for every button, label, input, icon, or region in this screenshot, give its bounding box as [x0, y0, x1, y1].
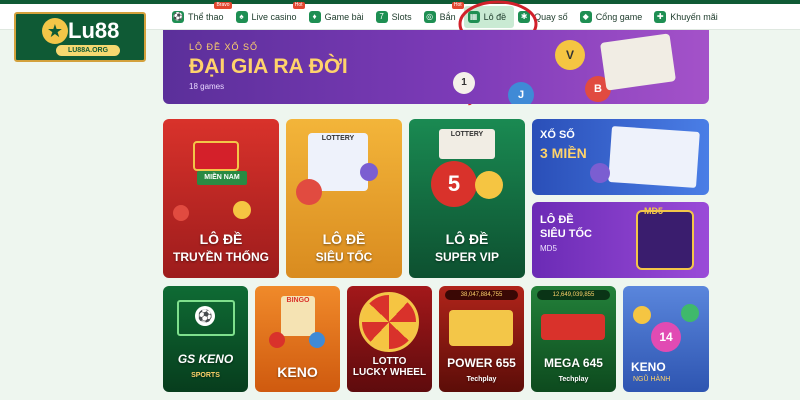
- lottery-ticket-icon: [608, 125, 700, 189]
- game-card-keno-ngu-hanh[interactable]: 14 KENO NGŨ HÀNH: [623, 286, 709, 392]
- card-title-line1: XỔ SỐ: [540, 129, 575, 141]
- sports-icon: ⚽: [172, 11, 184, 23]
- game-card-xo-so-3-mien[interactable]: XỔ SỐ 3 MIỀN: [532, 119, 709, 195]
- lottery-ball-icon: J: [508, 82, 534, 104]
- lottery-ball-icon: [309, 332, 325, 348]
- lottery-ball-icon: [233, 201, 251, 219]
- lottery-ball-icon: [269, 332, 285, 348]
- lottery-ball-icon: [633, 306, 651, 324]
- gift-icon: ✚: [654, 11, 667, 23]
- logo-url: LU88A.ORG: [56, 45, 120, 56]
- nav-label: Cổng game: [595, 12, 643, 22]
- top-stripe: [0, 0, 800, 4]
- game-card-mega-645[interactable]: 12,649,039,855 MEGA 645 Techplay: [531, 286, 616, 392]
- nav-label: Live casino: [251, 12, 297, 22]
- hero-title: ĐẠI GIA RA ĐỜI: [189, 55, 348, 78]
- hero-banner[interactable]: LÔ ĐỀ XỔ SỐ ĐẠI GIA RA ĐỜI 18 games 1 J …: [163, 30, 709, 104]
- nav-label: Khuyến mãi: [670, 12, 718, 22]
- card-title-line1: LÔ ĐỀ: [199, 231, 243, 247]
- lottery-ball-icon: [173, 205, 189, 221]
- nav-label: Game bài: [324, 12, 364, 22]
- card-title: KENO: [277, 364, 318, 380]
- card-title-line2: 3 MIỀN: [540, 145, 587, 161]
- nav-item-the-thao[interactable]: ⚽ Thể thao Bravo: [168, 2, 232, 28]
- hero-subtitle: LÔ ĐỀ XỔ SỐ: [189, 42, 259, 52]
- bingo-card-icon: [600, 33, 676, 91]
- lottery-ball-icon: [360, 163, 378, 181]
- game-card-power-655[interactable]: 38,047,884,755 POWER 655 Techplay: [439, 286, 524, 392]
- card-provider: Techplay: [558, 376, 589, 383]
- ticket-label: MIỀN NAM: [197, 171, 247, 185]
- nav-item-game-bai[interactable]: ♦ Game bài: [305, 6, 372, 28]
- hero-game-count: 18 games: [189, 82, 225, 91]
- lottery-ball-icon: 5: [431, 161, 477, 207]
- football-icon: ⚽: [195, 306, 215, 326]
- jackpot-amount: 12,649,039,855: [537, 290, 610, 300]
- gamepad-icon: ◆: [579, 11, 592, 23]
- game-card-lo-de-truyen-thong[interactable]: MIỀN NAM LÔ ĐỀ TRUYỀN THỐNG: [163, 119, 279, 278]
- card-title-line2: TRUYỀN THỐNG: [173, 250, 269, 264]
- logo-text: Lu88: [68, 18, 120, 43]
- star-icon: ★: [42, 18, 68, 44]
- card-title-line1: LÔ ĐỀ: [322, 231, 366, 247]
- md5-machine-icon: [636, 210, 694, 270]
- nav-badge: Hot: [292, 2, 305, 9]
- card-provider: Techplay: [466, 376, 497, 383]
- nav-item-live-casino[interactable]: ♠ Live casino Hot: [232, 2, 305, 28]
- md5-badge: MD5: [644, 206, 664, 216]
- site-logo[interactable]: ★ Lu88 LU88A.ORG: [14, 12, 146, 62]
- stopwatch-icon: [296, 179, 322, 205]
- card-title-line2: SIÊU TỐC: [315, 250, 373, 264]
- game-card-keno[interactable]: BINGO KENO: [255, 286, 340, 392]
- jackpot-amount: 38,047,884,755: [445, 290, 518, 300]
- cards-icon: ♦: [308, 11, 321, 23]
- lottery-ball-icon: V: [555, 40, 585, 70]
- lottery-ticket: LOTTERY: [439, 129, 495, 159]
- card-title: KENO: [631, 360, 666, 374]
- lottery-ball-icon: 1: [453, 72, 475, 94]
- card-sub: SPORTS: [191, 372, 220, 379]
- lottery-ball-icon: [681, 304, 699, 322]
- slots-icon: 7: [375, 11, 388, 23]
- game-card-lo-de-sieu-toc-md5[interactable]: LÔ ĐỀ SIÊU TỐC MD5 MD5: [532, 202, 709, 278]
- game-card-lo-de-sieu-toc[interactable]: LOTTERY LÔ ĐỀ SIÊU TỐC: [286, 119, 402, 278]
- page-root: ⚽ Thể thao Bravo ♠ Live casino Hot ♦ Game bài…: [0, 0, 800, 400]
- lottery-ball-icon: [475, 171, 503, 199]
- game-card-gs-keno[interactable]: ⚽ GS KENO SPORTS: [163, 286, 248, 392]
- wheel-icon: [359, 292, 419, 352]
- power-logo: [449, 310, 513, 346]
- card-title-line2: SUPER VIP: [434, 250, 500, 264]
- card-title: MEGA 645: [544, 356, 603, 370]
- card-title: POWER 655: [447, 356, 516, 370]
- lottery-ball-icon: 14: [651, 322, 681, 352]
- card-title: GS KENO: [177, 352, 234, 366]
- nav-label: Slots: [391, 12, 412, 22]
- nav-label: Thể thao: [188, 12, 224, 22]
- card-title-line1: LÔ ĐỀ: [445, 231, 489, 247]
- casino-icon: ♠: [235, 11, 248, 23]
- card-sub: NGŨ HÀNH: [633, 376, 671, 383]
- nav-item-cong-game[interactable]: ◆ Cổng game: [576, 6, 651, 28]
- nav-badge: Bravo: [214, 2, 232, 9]
- game-card-lo-de-super-vip[interactable]: LOTTERY 5 LÔ ĐỀ SUPER VIP: [409, 119, 525, 278]
- bingo-card: BINGO: [281, 296, 315, 336]
- card-title-line2: SIÊU TỐC: [540, 228, 592, 240]
- card-title-line3: MD5: [540, 244, 557, 253]
- card-title-line1: LÔ ĐỀ: [540, 214, 574, 226]
- mega-logo: [541, 314, 605, 340]
- nav-item-khuyen-mai[interactable]: ✚ Khuyến mãi: [650, 6, 726, 28]
- lottery-ball-icon: [590, 163, 610, 183]
- fish-icon: ◎: [423, 11, 436, 23]
- card-title: LOTTO LUCKY WHEEL: [352, 356, 427, 378]
- game-card-lotto-lucky-wheel[interactable]: LOTTO LUCKY WHEEL: [347, 286, 432, 392]
- vietnam-flag-icon: [193, 141, 239, 171]
- nav-item-slots[interactable]: 7 Slots: [372, 6, 420, 28]
